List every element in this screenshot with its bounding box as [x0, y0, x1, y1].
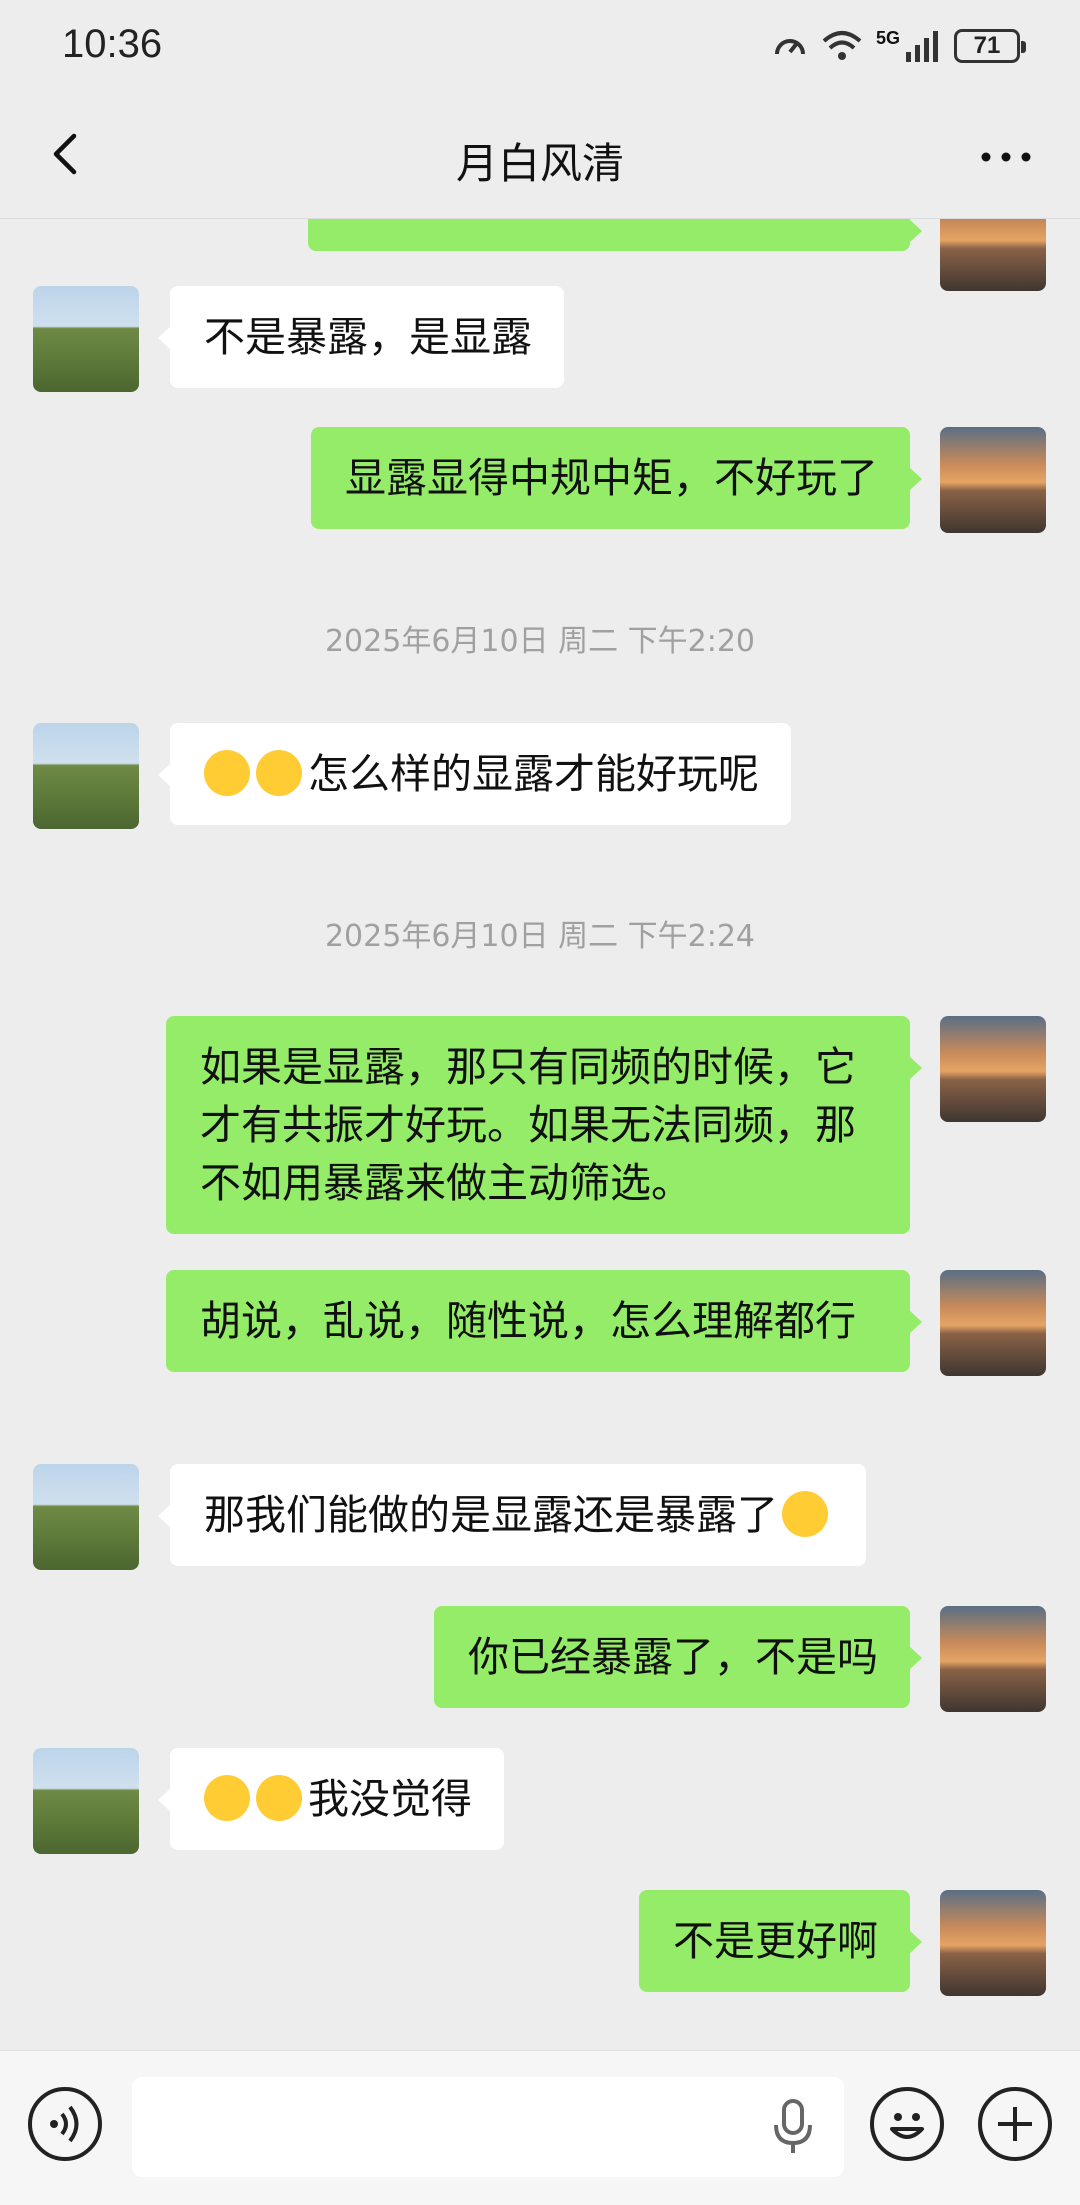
message-list[interactable]: 不是暴露，是显露 显露显得中规中矩，不好玩了 2025年6月10日 周二 下午2…	[0, 219, 1080, 2050]
message-text: 不是暴露，是显露	[204, 313, 532, 361]
message-input[interactable]	[132, 2077, 844, 2177]
emoji-icon[interactable]	[870, 2087, 944, 2161]
more-dots-icon[interactable]	[976, 132, 1036, 182]
speed-icon	[774, 39, 805, 55]
smiley-face-icon	[890, 2113, 924, 2139]
wifi-icon	[822, 31, 862, 60]
message-text: 胡说，乱说，随性说，怎么理解都行	[200, 1297, 856, 1345]
facepalm-laugh-emoji	[204, 750, 250, 796]
status-bar: 10:36 5G 71	[0, 0, 1080, 92]
avatar-self[interactable]	[940, 1270, 1046, 1376]
message-text: 那我们能做的是显露还是暴露了	[204, 1491, 778, 1539]
avatar-self[interactable]	[940, 1606, 1046, 1712]
message-bubble-sent[interactable]: 如果是显露，那只有同频的时候，它才有共振才好玩。如果无法同频，那不如用暴露来做主…	[166, 1016, 922, 1234]
facepalm-laugh-emoji	[256, 750, 302, 796]
message-bubble-received[interactable]: 我没觉得	[158, 1748, 504, 1850]
message-text: 怎么样的显露才能好玩呢	[308, 750, 759, 798]
plus-sign-icon	[998, 2107, 1032, 2141]
message-bubble-partial[interactable]	[308, 219, 922, 251]
message-bubble-sent[interactable]: 你已经暴露了，不是吗	[434, 1606, 922, 1708]
voice-waves-icon	[50, 2105, 79, 2143]
message-bubble-received[interactable]: 那我们能做的是显露还是暴露了	[158, 1464, 866, 1566]
avatar-contact[interactable]	[33, 1464, 139, 1570]
avatar-self[interactable]	[940, 1016, 1046, 1122]
message-bubble-received[interactable]: 怎么样的显露才能好玩呢	[158, 723, 791, 825]
message-text: 我没觉得	[308, 1775, 472, 1823]
plus-icon[interactable]	[978, 2087, 1052, 2161]
avatar-contact[interactable]	[33, 723, 139, 829]
avatar-self[interactable]	[940, 219, 1046, 291]
smile-emoji	[782, 1491, 828, 1537]
chat-timestamp: 2025年6月10日 周二 下午2:20	[324, 624, 756, 659]
message-bubble-sent[interactable]: 显露显得中规中矩，不好玩了	[311, 427, 922, 529]
status-time: 10:36	[62, 22, 163, 66]
grin-emoji	[256, 1775, 302, 1821]
message-text: 你已经暴露了，不是吗	[468, 1633, 878, 1681]
message-text: 不是更好啊	[673, 1917, 878, 1965]
voice-icon[interactable]	[28, 2087, 102, 2161]
chat-timestamp: 2025年6月10日 周二 下午2:24	[324, 919, 756, 954]
mic-icon[interactable]	[770, 2097, 816, 2157]
avatar-self[interactable]	[940, 1890, 1046, 1996]
message-bubble-sent[interactable]: 胡说，乱说，随性说，怎么理解都行	[166, 1270, 922, 1372]
message-bubble-sent[interactable]: 不是更好啊	[639, 1890, 922, 1992]
message-bubble-received[interactable]: 不是暴露，是显露	[158, 286, 564, 388]
network-5g-label: 5G	[875, 27, 900, 48]
avatar-contact[interactable]	[33, 1748, 139, 1854]
input-bar	[0, 2050, 1080, 2205]
avatar-contact[interactable]	[33, 286, 139, 392]
chat-title: 月白风清	[455, 139, 624, 188]
battery-indicator: 71	[954, 29, 1026, 63]
message-text: 显露显得中规中矩，不好玩了	[345, 454, 878, 502]
signal-icon	[906, 31, 938, 62]
chat-header: 月白风清	[0, 92, 1080, 219]
status-icons: 5G 71	[772, 22, 1026, 70]
battery-level: 71	[973, 32, 1001, 59]
grin-emoji	[204, 1775, 250, 1821]
avatar-self[interactable]	[940, 427, 1046, 533]
message-text: 如果是显露，那只有同频的时候，它才有共振才好玩。如果无法同频，那不如用暴露来做主…	[200, 1043, 856, 1207]
